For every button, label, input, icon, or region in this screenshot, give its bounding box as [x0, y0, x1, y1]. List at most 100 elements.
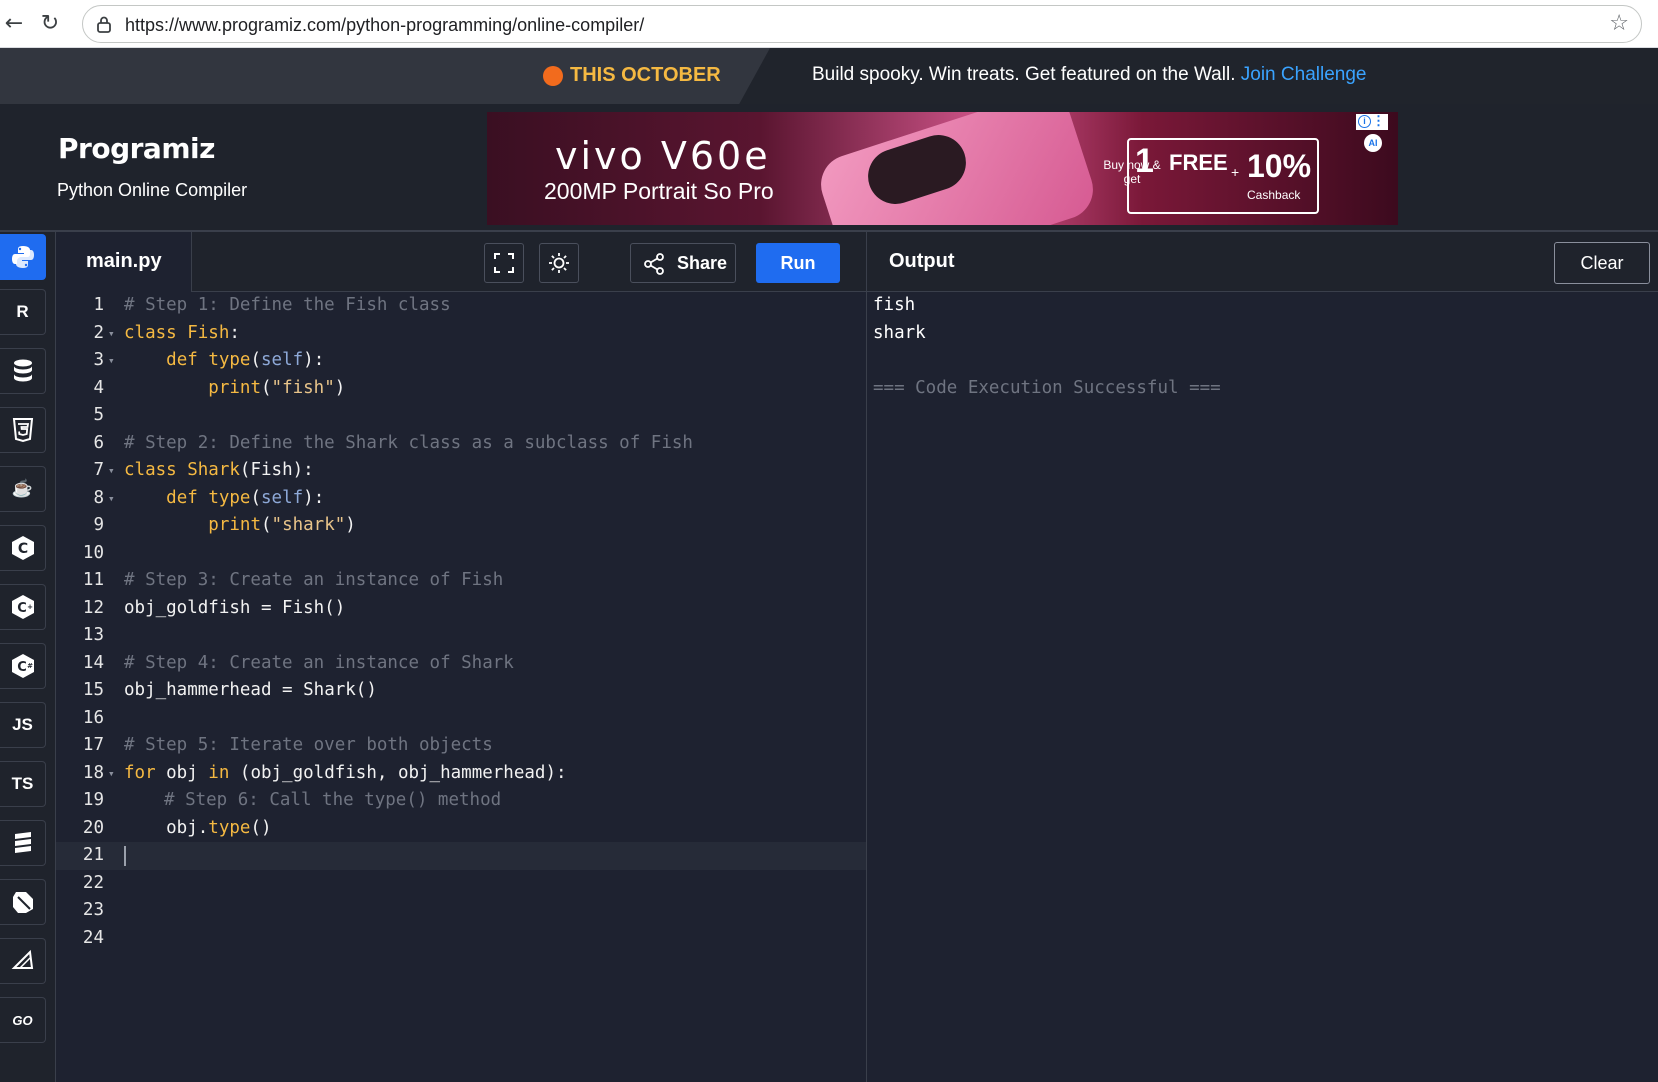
more-vert-icon[interactable]: ⋮ — [1372, 114, 1385, 128]
code-line[interactable]: 24 — [56, 925, 866, 953]
tab-main-py[interactable]: main.py — [56, 232, 192, 292]
url-text: https://www.programiz.com/python-program… — [125, 15, 645, 35]
code-line[interactable]: 13 — [56, 622, 866, 650]
theme-toggle-button[interactable] — [539, 243, 579, 283]
sidebar-item-html[interactable] — [0, 407, 46, 453]
bookmark-star-icon[interactable]: ☆ — [1609, 11, 1629, 36]
reload-icon[interactable]: ↻ — [36, 10, 64, 38]
code-line[interactable]: 4 print("fish") — [56, 375, 866, 403]
fold-arrow-icon[interactable]: ▾ — [108, 347, 115, 375]
c-icon: C — [11, 536, 34, 560]
go-icon: GO — [12, 1012, 33, 1028]
code-line[interactable]: 18 ▾ for obj in (obj_goldfish, obj_hammerh… — [56, 760, 866, 788]
ad-brand: vivo V60e — [555, 134, 771, 178]
code-line[interactable]: 2 ▾ class Fish: — [56, 320, 866, 348]
promo-message: Build spooky. Win treats. Get featured o… — [812, 64, 1367, 85]
fold-arrow-icon[interactable]: ▾ — [108, 320, 115, 348]
file-name: main.py — [86, 250, 162, 272]
programiz-logo[interactable]: Programiz — [58, 132, 215, 165]
database-icon — [13, 359, 32, 382]
code-line[interactable]: 3 ▾ def type(self): — [56, 347, 866, 375]
clear-button[interactable]: Clear — [1554, 242, 1650, 284]
code-line[interactable]: 16 — [56, 705, 866, 733]
sidebar-item-java[interactable]: ☕ — [0, 466, 46, 512]
csharp-icon: C # — [11, 654, 34, 678]
output-line: fish — [873, 295, 916, 315]
sidebar-item-c[interactable]: C — [0, 525, 46, 571]
code-line[interactable]: 9 print("shark") — [56, 512, 866, 540]
code-line[interactable]: 12 obj_goldfish = Fish() — [56, 595, 866, 623]
address-bar[interactable]: https://www.programiz.com/python-program… — [82, 5, 1642, 43]
back-arrow-icon[interactable]: ← — [0, 10, 28, 38]
code-line[interactable]: 23 — [56, 897, 866, 925]
sidebar-item-csharp[interactable]: C # — [0, 643, 46, 689]
sidebar-item-go[interactable]: GO — [0, 997, 46, 1043]
output-console[interactable]: fish shark === Code Execution Successful… — [866, 292, 1658, 1082]
ad-offer-box: 1 FREE + 10% Cashback — [1127, 138, 1319, 214]
share-button[interactable]: Share — [630, 243, 736, 283]
info-icon[interactable]: i — [1358, 115, 1371, 128]
ai-badge-icon: AI — [1364, 134, 1382, 152]
code-line[interactable]: 14 # Step 4: Create an instance of Shark — [56, 650, 866, 678]
sidebar-item-typescript[interactable]: TS — [0, 761, 46, 807]
code-line[interactable]: 15 obj_hammerhead = Shark() — [56, 677, 866, 705]
svg-text:C: C — [17, 660, 27, 675]
sidebar-item-javascript[interactable]: JS — [0, 702, 46, 748]
output-toolbar: Output Clear — [866, 232, 1658, 292]
pumpkin-icon — [543, 66, 563, 86]
stack-icon — [14, 832, 31, 853]
python-icon — [11, 246, 34, 268]
fullscreen-icon — [494, 253, 514, 273]
code-line[interactable]: 1 # Step 1: Define the Fish class — [56, 292, 866, 320]
r-icon: R — [16, 302, 29, 321]
sidebar-item-python[interactable] — [0, 234, 46, 280]
fullscreen-button[interactable] — [484, 243, 524, 283]
page-subtitle: Python Online Compiler — [57, 180, 248, 200]
join-challenge-link[interactable]: Join Challenge — [1241, 64, 1367, 85]
code-line[interactable]: 10 — [56, 540, 866, 568]
sidebar-item-cpp[interactable]: C + — [0, 584, 46, 630]
html5-icon — [12, 418, 33, 443]
javascript-icon: JS — [12, 715, 33, 734]
execution-status: === Code Execution Successful === — [873, 377, 1221, 398]
svg-text:+: + — [27, 603, 33, 611]
fold-arrow-icon[interactable]: ▾ — [108, 457, 115, 485]
code-editor[interactable]: 1 # Step 1: Define the Fish class 2 ▾ class… — [56, 292, 866, 1082]
code-line-current[interactable]: 21 — [56, 842, 866, 870]
fold-arrow-icon[interactable]: ▾ — [108, 485, 115, 513]
sidebar-item-rust[interactable] — [0, 938, 46, 984]
share-icon — [644, 253, 664, 275]
code-line[interactable]: 17 # Step 5: Iterate over both objects — [56, 732, 866, 760]
site-info-icon[interactable] — [95, 15, 113, 33]
sidebar-item-swift[interactable] — [0, 820, 46, 866]
sidebar-item-sql[interactable] — [0, 348, 46, 394]
typescript-icon: TS — [11, 774, 34, 793]
site-header: Programiz Python Online Compiler vivo V6… — [0, 104, 1658, 232]
fold-arrow-icon[interactable]: ▾ — [108, 760, 115, 788]
promo-tag: THIS OCTOBER — [570, 64, 721, 86]
code-line[interactable]: 8 ▾ def type(self): — [56, 485, 866, 513]
java-icon: ☕ — [11, 479, 34, 498]
code-line[interactable]: 20 obj.type() — [56, 815, 866, 843]
svg-text:C: C — [17, 601, 27, 616]
run-button[interactable]: Run — [756, 243, 840, 283]
advertisement-banner[interactable]: vivo V60e 200MP Portrait So Pro Buy now … — [487, 112, 1398, 225]
dart-icon — [12, 892, 33, 913]
editor-toolbar: main.py Share Run — [56, 232, 866, 292]
code-line[interactable]: 19 # Step 6: Call the type() method — [56, 787, 866, 815]
code-line[interactable]: 11 # Step 3: Create an instance of Fish — [56, 567, 866, 595]
svg-text:#: # — [27, 662, 33, 670]
output-line: shark — [873, 322, 926, 343]
promo-banner: THIS OCTOBER Build spooky. Win treats. G… — [0, 48, 1658, 104]
svg-text:C: C — [17, 541, 27, 557]
text-cursor — [124, 846, 126, 866]
output-title: Output — [889, 250, 955, 272]
code-line[interactable]: 22 — [56, 870, 866, 898]
sidebar-item-r[interactable]: R — [0, 289, 46, 335]
code-line[interactable]: 5 — [56, 402, 866, 430]
ad-choices[interactable]: i ⋮ — [1356, 114, 1388, 130]
code-line[interactable]: 7 ▾ class Shark(Fish): — [56, 457, 866, 485]
sidebar-item-dart[interactable] — [0, 879, 46, 925]
code-line[interactable]: 6 # Step 2: Define the Shark class as a s… — [56, 430, 866, 458]
rust-icon — [11, 949, 33, 969]
